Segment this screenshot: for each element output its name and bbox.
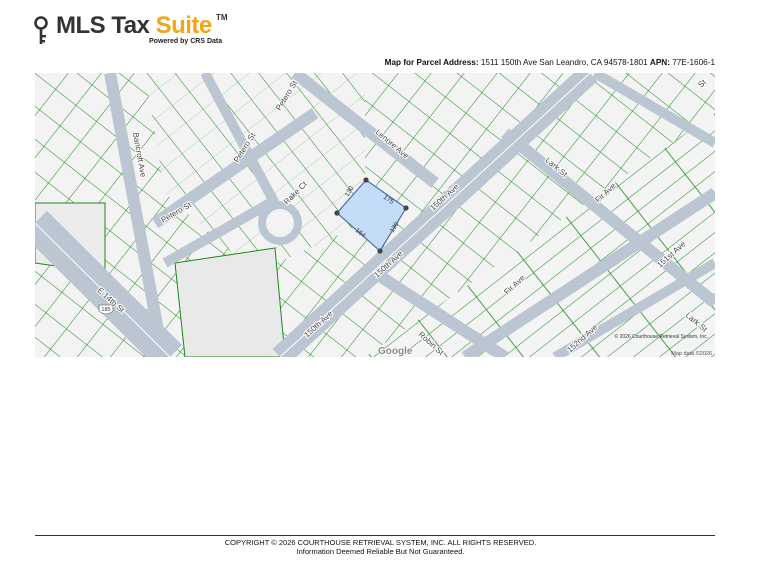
google-logo: Google <box>378 346 413 357</box>
map-header: Map for Parcel Address: 1511 150th Ave S… <box>385 58 715 67</box>
copyright-text: COPYRIGHT © 2026 COURTHOUSE RETRIEVAL SY… <box>224 538 537 547</box>
mls-tax-suite-logo: MLS Tax Suite TM Powered by CRS Data <box>34 12 234 48</box>
map-data-credit[interactable]: Map data ©2026 <box>671 350 712 357</box>
logo-wordmark: MLS Tax Suite <box>56 12 212 40</box>
parcel-address: 1511 150th Ave San Leandro, CA 94578-180… <box>480 58 648 67</box>
cul-de-sac <box>258 201 302 245</box>
disclaimer-text: Information Deemed Reliable But Not Guar… <box>296 547 465 556</box>
apn-label: APN: <box>649 58 670 67</box>
logo-text-suite: Suite <box>155 12 213 39</box>
open-lot <box>174 247 286 357</box>
map-attribution: © 2026 Courthouse Retrieval System, Inc. <box>615 333 708 340</box>
map-address-label: Map for Parcel Address: <box>384 58 479 67</box>
highway-shield-icon: 185 <box>98 304 114 315</box>
trademark-mark: TM <box>216 13 228 22</box>
key-icon <box>34 16 48 44</box>
parcel-vertex <box>334 210 340 216</box>
parcel-vertex <box>403 205 409 211</box>
footer-divider <box>35 535 715 536</box>
footer: COPYRIGHT © 2026 COURTHOUSE RETRIEVAL SY… <box>0 538 761 556</box>
logo-text-mls-tax: MLS Tax <box>56 12 156 39</box>
parcel-map[interactable]: 130 175 130 164 E 14th St Bancroft Ave P… <box>35 73 715 357</box>
parcel-map-canvas[interactable]: 130 175 130 164 E 14th St Bancroft Ave P… <box>35 73 715 357</box>
parcel-vertex <box>363 177 369 183</box>
apn-value: 77E-1606-1 <box>672 58 715 67</box>
highway-shield-label: 185 <box>101 307 110 313</box>
parcel-vertex <box>377 248 383 254</box>
powered-by-label: Powered by CRS Data <box>149 38 223 45</box>
